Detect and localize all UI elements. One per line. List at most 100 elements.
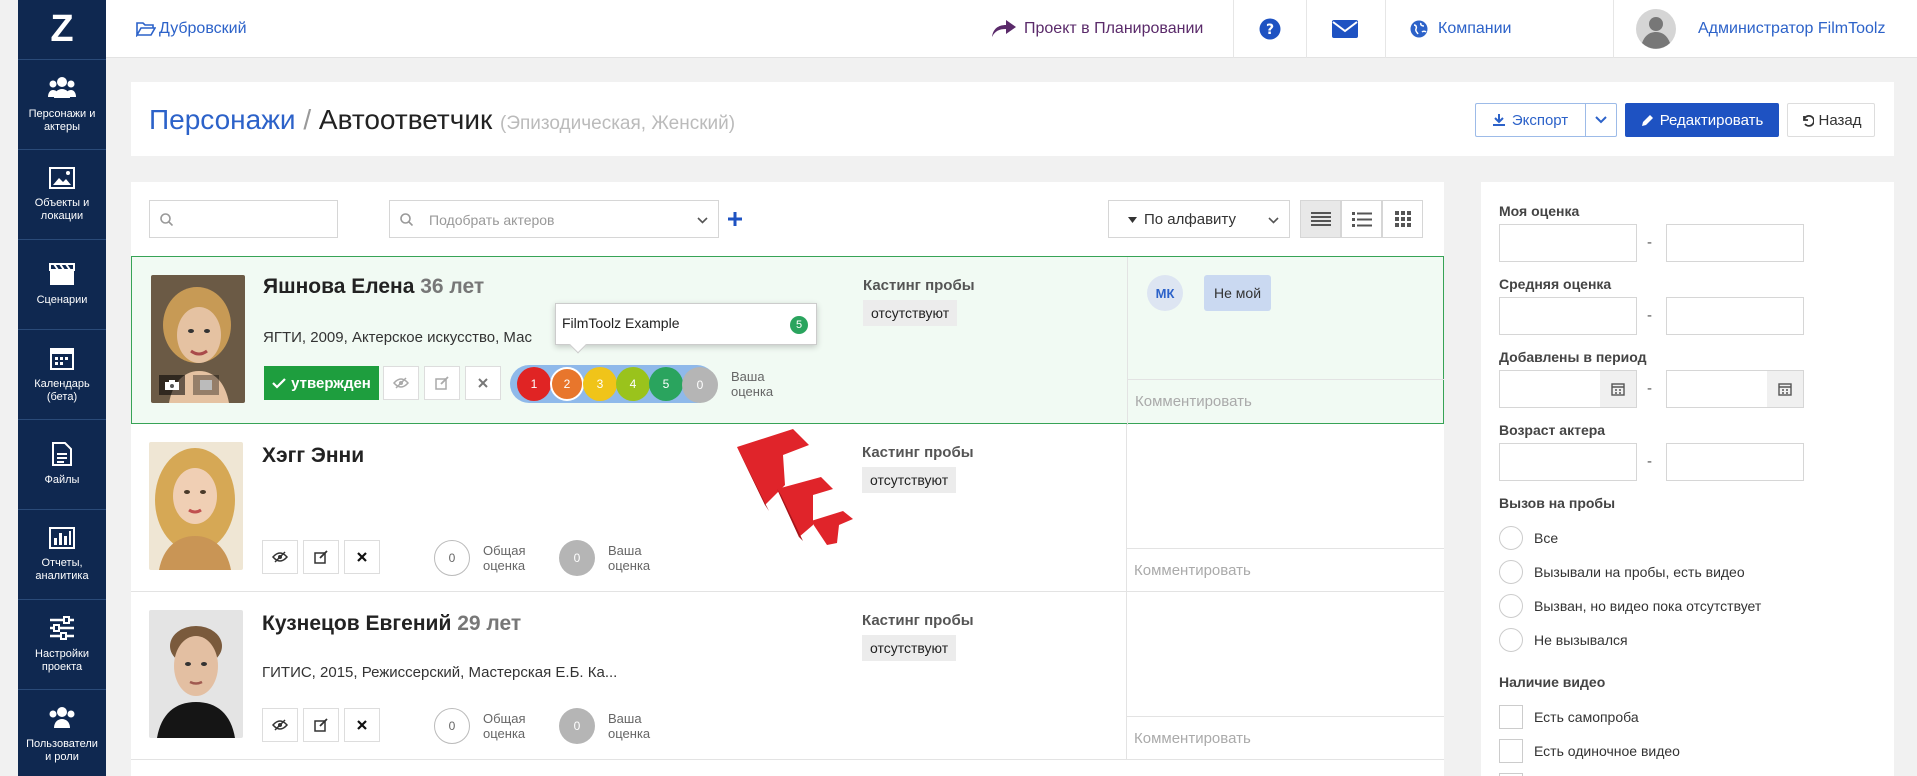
sidebar-item-users[interactable]: Пользователи и роли [18, 690, 106, 776]
sidebar-item-settings[interactable]: Настройки проекта [18, 600, 106, 690]
view-list-button[interactable] [1341, 200, 1382, 238]
my-rating-from-input[interactable] [1499, 224, 1637, 262]
edit-button[interactable]: Редактировать [1625, 103, 1779, 137]
tag-not-mine[interactable]: Не мой [1204, 275, 1272, 311]
rating-option-4[interactable]: 4 [616, 367, 650, 401]
rating-option-1[interactable]: 1 [517, 367, 551, 401]
sort-select[interactable]: По алфавиту [1108, 200, 1290, 238]
rating-option-2[interactable]: 2 [550, 367, 584, 401]
sidebar-item-calendar[interactable]: Календарь (бета) [18, 330, 106, 420]
my-rating-to-input[interactable] [1666, 224, 1804, 262]
sidebar-item-label: Персонажи и актеры [28, 107, 96, 133]
actor-select-input[interactable]: Подобрать актеров [389, 200, 719, 238]
date-picker-button[interactable] [1767, 371, 1803, 407]
project-link[interactable]: Дубровский [136, 0, 247, 58]
check-icon [272, 377, 286, 389]
call-radio-with-video[interactable] [1499, 560, 1523, 584]
actor-photo[interactable] [151, 275, 245, 403]
edit-actor-button[interactable] [424, 366, 460, 400]
add-actor-button[interactable] [727, 211, 743, 227]
remove-actor-button[interactable] [465, 366, 501, 400]
remove-actor-button[interactable] [344, 540, 380, 574]
your-rating-label: Ваша оценка [608, 711, 651, 741]
remove-actor-button[interactable] [344, 708, 380, 742]
sidebar-item-characters[interactable]: Персонажи и актеры [18, 60, 106, 150]
messages-button[interactable] [1332, 0, 1358, 58]
planning-link[interactable]: Проект в Планировании [992, 0, 1203, 58]
actor-name[interactable]: Яшнова Елена 36 лет [263, 275, 484, 299]
rating-tooltip: FilmToolz Example 5 [555, 303, 817, 354]
approved-status-button[interactable]: утвержден [264, 366, 379, 400]
sidebar-item-objects[interactable]: Объекты и локации [18, 150, 106, 240]
actor-photo[interactable] [149, 442, 243, 570]
age-to-input[interactable] [1666, 443, 1804, 481]
folder-open-icon [136, 22, 156, 37]
actor-age: 29 лет [457, 612, 522, 635]
breadcrumb-characters[interactable]: Персонажи [149, 104, 296, 135]
hide-button[interactable] [262, 540, 298, 574]
call-option-label: Все [1534, 530, 1559, 546]
added-from-date-input[interactable] [1499, 370, 1637, 408]
user-name: Администратор FilmToolz [1698, 20, 1886, 37]
hide-button[interactable] [383, 366, 419, 400]
call-radio-not-called[interactable] [1499, 628, 1523, 652]
comment-input[interactable]: Комментировать [1126, 548, 1444, 592]
age-from-input[interactable] [1499, 443, 1637, 481]
sidebar-item-label: Отчеты, аналитика [35, 556, 89, 582]
table-row[interactable]: Яшнова Елена 36 лет ЯГТИ, 2009, Актерско… [131, 256, 1444, 425]
sidebar-item-scripts[interactable]: Сценарии [18, 240, 106, 330]
list-icon [1311, 212, 1331, 226]
range-dash: - [1647, 453, 1652, 470]
table-row[interactable]: Кузнецов Евгений 29 лет ГИТИС, 2015, Реж… [131, 592, 1444, 760]
search-input[interactable] [149, 200, 338, 238]
actor-name[interactable]: Кузнецов Евгений 29 лет [262, 612, 521, 636]
avg-rating-to-input[interactable] [1666, 297, 1804, 335]
filters-panel: Моя оценка - Средняя оценка - Добавлены … [1481, 182, 1894, 776]
edit-actor-button[interactable] [303, 540, 339, 574]
photo-camera-button[interactable] [159, 375, 185, 395]
call-radio-all[interactable] [1499, 526, 1523, 550]
comment-input[interactable]: Комментировать [1127, 379, 1444, 423]
sidebar-item-reports[interactable]: Отчеты, аналитика [18, 510, 106, 600]
actor-name[interactable]: Хэгг Энни [262, 444, 364, 468]
hide-button[interactable] [262, 708, 298, 742]
companies-link[interactable]: Компании [1410, 0, 1512, 58]
sidebar-item-files[interactable]: Файлы [18, 420, 106, 510]
rating-option-3[interactable]: 3 [583, 367, 617, 401]
character-name: Автоответчик [318, 104, 493, 135]
avatar [1636, 9, 1676, 49]
file-icon [52, 442, 72, 466]
calendar-icon [50, 347, 74, 370]
envelope-icon [1332, 20, 1358, 38]
range-dash: - [1647, 380, 1652, 397]
chevron-down-icon [1268, 217, 1279, 224]
logo[interactable]: Z [18, 0, 106, 60]
help-button[interactable]: ? [1259, 0, 1281, 58]
export-button[interactable]: Экспорт [1475, 103, 1585, 137]
edit-icon [435, 376, 449, 390]
back-button[interactable]: Назад [1787, 103, 1875, 137]
rating-option-5[interactable]: 5 [649, 367, 683, 401]
question-circle-icon: ? [1259, 18, 1281, 40]
view-detailed-list-button[interactable] [1300, 200, 1341, 238]
avg-rating-from-input[interactable] [1499, 297, 1637, 335]
actor-photo[interactable] [149, 610, 243, 738]
added-to-date-input[interactable] [1666, 370, 1804, 408]
character-subtitle: (Эпизодическая, Женский) [500, 113, 736, 134]
export-dropdown-button[interactable] [1585, 103, 1617, 137]
call-radio-no-video[interactable] [1499, 594, 1523, 618]
page-title: Персонажи / Автоответчик (Эпизодическая,… [149, 104, 735, 136]
user-menu[interactable]: Администратор FilmToolz [1636, 0, 1885, 58]
photo-video-button[interactable] [193, 375, 219, 395]
view-grid-button[interactable] [1382, 200, 1423, 238]
casting-label: Кастинг пробы [863, 277, 975, 294]
comment-input[interactable]: Комментировать [1126, 716, 1444, 760]
video-checkbox-single[interactable] [1499, 739, 1523, 763]
video-checkbox-self-test[interactable] [1499, 705, 1523, 729]
share-arrow-icon [992, 20, 1016, 37]
edit-actor-button[interactable] [303, 708, 339, 742]
assignee-avatar[interactable]: МК [1147, 275, 1183, 311]
page-header: Персонажи / Автоответчик (Эпизодическая,… [131, 82, 1894, 156]
video-option-label: Есть одиночное видео [1534, 743, 1680, 759]
date-picker-button[interactable] [1600, 371, 1636, 407]
